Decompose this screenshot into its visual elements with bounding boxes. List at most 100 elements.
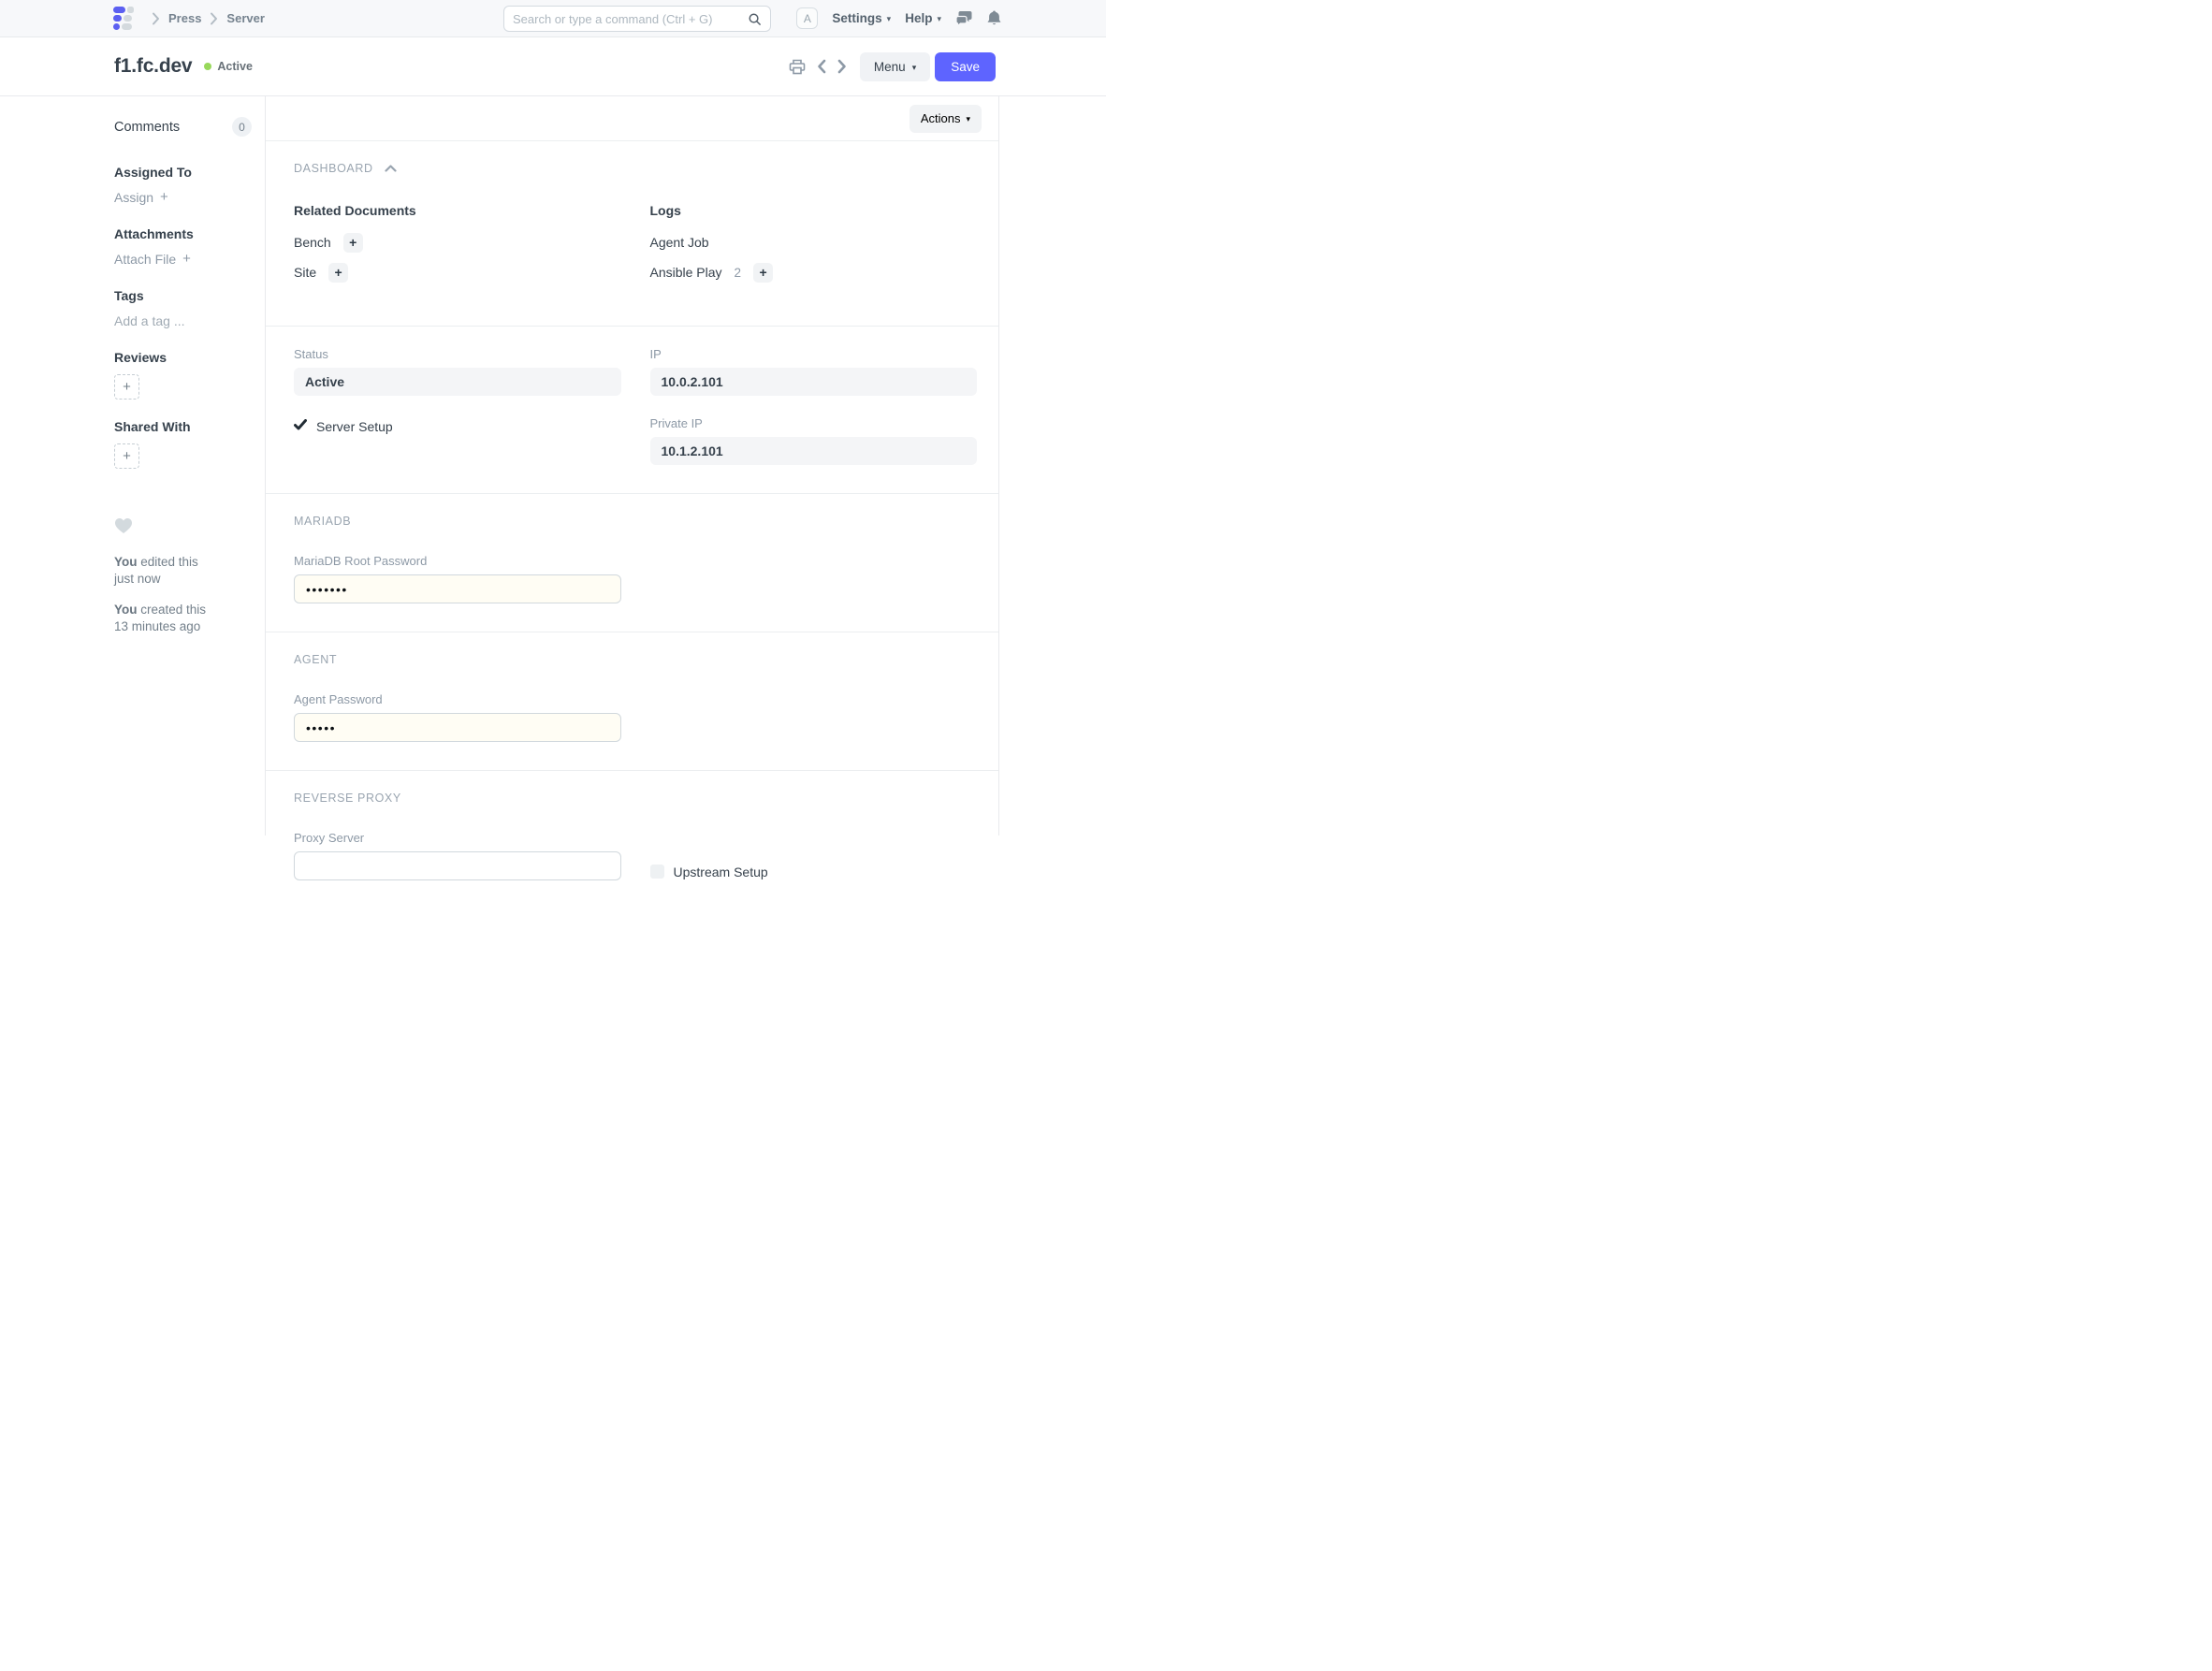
status-grid: Status Active Server Setup IP 10.0.2.1 xyxy=(294,347,977,465)
private-ip-field-value[interactable]: 10.1.2.101 xyxy=(650,437,978,465)
form-body: Actions ▾ DASHBOARD Related Documents xyxy=(266,96,999,836)
list-item: Site + xyxy=(294,262,621,283)
chevron-up-icon xyxy=(385,162,397,175)
dashboard-heading: DASHBOARD xyxy=(294,162,373,175)
bench-link[interactable]: Bench xyxy=(294,235,331,250)
print-icon[interactable] xyxy=(789,59,806,75)
next-document-icon[interactable] xyxy=(837,59,847,74)
agent-password-input[interactable]: ••••• xyxy=(294,713,621,742)
upstream-setup-checkbox[interactable]: Upstream Setup xyxy=(650,863,978,880)
main: Comments 0 Assigned To Assign + Attachme… xyxy=(0,96,1106,836)
mariadb-root-password-input[interactable]: ••••••• xyxy=(294,574,621,603)
heart-like-icon[interactable] xyxy=(114,517,133,534)
add-share-button[interactable]: + xyxy=(114,443,139,469)
section-status: Status Active Server Setup IP 10.0.2.1 xyxy=(266,327,998,494)
ip-field-label: IP xyxy=(650,347,978,361)
created-meta-when: 13 minutes ago xyxy=(114,619,200,633)
notifications-bell-icon[interactable] xyxy=(987,10,1001,26)
proxy-server-input[interactable] xyxy=(294,851,621,880)
mariadb-body: MariaDB Root Password ••••••• xyxy=(294,554,977,603)
app-logo-icon[interactable] xyxy=(113,6,138,31)
ip-field: IP 10.0.2.101 xyxy=(650,347,978,396)
ip-field-value[interactable]: 10.0.2.101 xyxy=(650,368,978,396)
server-setup-label: Server Setup xyxy=(316,419,393,434)
comments-label: Comments xyxy=(114,120,180,135)
menu-button[interactable]: Menu ▾ xyxy=(860,52,930,81)
upstream-setup-label: Upstream Setup xyxy=(674,865,768,879)
created-meta: You created this 13 minutes ago xyxy=(114,602,252,634)
prev-document-icon[interactable] xyxy=(817,59,826,74)
reverse-proxy-heading: REVERSE PROXY xyxy=(294,792,401,805)
plus-icon: + xyxy=(182,250,191,269)
chevron-down-icon: ▾ xyxy=(887,15,892,23)
edited-meta-when: just now xyxy=(114,572,161,586)
chevron-down-icon: ▾ xyxy=(937,15,941,23)
logs-heading: Logs xyxy=(650,203,978,218)
form-sidebar: Comments 0 Assigned To Assign + Attachme… xyxy=(0,96,266,836)
list-item: Ansible Play 2 + xyxy=(650,262,978,283)
add-bench-button[interactable]: + xyxy=(343,233,363,253)
attachments-heading: Attachments xyxy=(114,226,252,241)
add-ansible-play-button[interactable]: + xyxy=(753,263,773,283)
avatar[interactable]: A xyxy=(796,7,818,29)
section-agent: AGENT Agent Password ••••• xyxy=(266,632,998,771)
status-column: Status Active Server Setup xyxy=(294,347,621,465)
sidebar-assigned-to: Assigned To Assign + xyxy=(114,165,252,207)
created-meta-action: created this xyxy=(140,603,206,617)
breadcrumb-item-server[interactable]: Server xyxy=(226,11,264,25)
section-mariadb: MARIADB MariaDB Root Password ••••••• xyxy=(266,494,998,632)
search-input[interactable] xyxy=(513,12,748,26)
plus-icon: + xyxy=(123,448,131,464)
assign-button[interactable]: Assign + xyxy=(114,188,252,207)
edited-meta-who: You xyxy=(114,555,138,569)
add-review-button[interactable]: + xyxy=(114,374,139,400)
server-setup-checkbox[interactable]: Server Setup xyxy=(294,418,621,435)
help-menu[interactable]: Help ▾ xyxy=(905,11,941,25)
page-header-actions: Menu ▾ Save xyxy=(778,52,996,81)
status-field-label: Status xyxy=(294,347,621,361)
chevron-right-icon xyxy=(210,12,218,25)
sidebar-tags: Tags Add a tag ... xyxy=(114,288,252,330)
section-dashboard: DASHBOARD Related Documents Bench + xyxy=(266,141,998,327)
sidebar-item-comments[interactable]: Comments 0 xyxy=(114,117,252,137)
status-dot-icon xyxy=(204,63,211,70)
ansible-play-link[interactable]: Ansible Play xyxy=(650,265,722,280)
list-item: Agent Job xyxy=(650,232,978,253)
navbar: Press Server A Settings ▾ Help ▾ xyxy=(0,0,1106,37)
status-field-value[interactable]: Active xyxy=(294,368,621,396)
actions-button-label: Actions xyxy=(921,111,961,125)
plus-icon: + xyxy=(123,379,131,395)
private-ip-field: Private IP 10.1.2.101 xyxy=(650,416,978,465)
add-tag-input[interactable]: Add a tag ... xyxy=(114,312,252,330)
status-badge: Active xyxy=(204,60,253,73)
shared-with-heading: Shared With xyxy=(114,419,252,434)
attach-file-button[interactable]: Attach File + xyxy=(114,250,252,269)
save-button[interactable]: Save xyxy=(935,52,996,81)
add-site-button[interactable]: + xyxy=(328,263,348,283)
help-label: Help xyxy=(905,11,932,25)
reverse-proxy-heading-row: REVERSE PROXY xyxy=(294,792,977,805)
settings-menu[interactable]: Settings ▾ xyxy=(832,11,891,25)
breadcrumb-item-press[interactable]: Press xyxy=(168,11,201,25)
related-documents-column: Related Documents Bench + Site + xyxy=(294,203,621,292)
logs-column: Logs Agent Job Ansible Play 2 + xyxy=(650,203,978,292)
avatar-letter: A xyxy=(804,12,811,25)
dashboard-section-toggle[interactable]: DASHBOARD xyxy=(294,162,977,175)
agent-heading: AGENT xyxy=(294,653,337,666)
right-gutter xyxy=(999,96,1106,836)
settings-label: Settings xyxy=(832,11,881,25)
ip-column: IP 10.0.2.101 Private IP 10.1.2.101 xyxy=(650,347,978,465)
assign-label: Assign xyxy=(114,188,153,207)
mariadb-heading-row: MARIADB xyxy=(294,515,977,528)
breadcrumb: Press Server xyxy=(152,11,265,25)
chevron-right-icon xyxy=(152,12,160,25)
agent-job-link[interactable]: Agent Job xyxy=(650,235,709,250)
agent-heading-row: AGENT xyxy=(294,653,977,666)
site-link[interactable]: Site xyxy=(294,265,316,280)
chevron-down-icon: ▾ xyxy=(966,115,970,124)
mariadb-root-password-label: MariaDB Root Password xyxy=(294,554,621,568)
actions-button[interactable]: Actions ▾ xyxy=(910,105,982,133)
plus-icon: + xyxy=(349,235,357,250)
list-item: Bench + xyxy=(294,232,621,253)
chat-icon[interactable] xyxy=(955,10,973,26)
